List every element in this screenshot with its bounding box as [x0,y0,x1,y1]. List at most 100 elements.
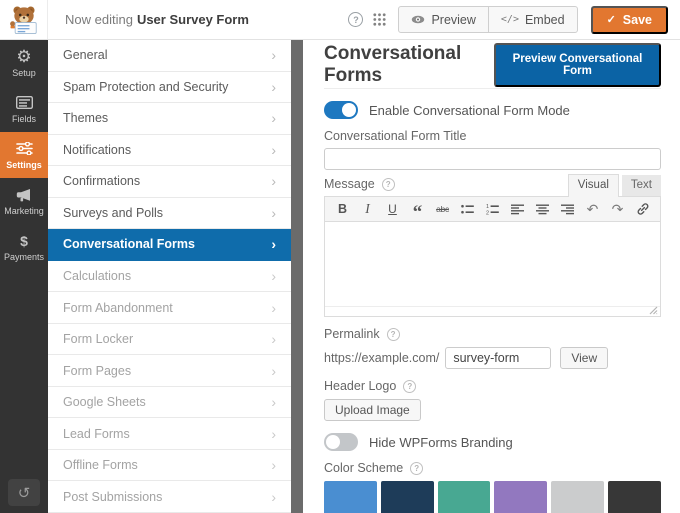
nav-label: Settings [6,160,42,170]
help-icon[interactable]: ? [410,462,423,475]
fields-icon [16,94,33,111]
view-button[interactable]: View [560,347,608,369]
page-title: Conversational Forms [324,43,494,87]
preview-conversational-form-button[interactable]: Preview Conversational Form [494,43,661,87]
settings-menu-item-calculations[interactable]: Calculations › [48,261,291,293]
bold-icon[interactable]: B [330,199,355,219]
permalink-label: Permalink ? [324,327,661,341]
settings-menu-item-themes[interactable]: Themes › [48,103,291,135]
color-scheme-swatches [324,481,661,513]
save-label: Save [623,13,652,27]
permalink-base-url: https://example.com/ [324,351,439,365]
svg-text:2: 2 [486,210,489,214]
chevron-right-icon: › [271,395,276,409]
editor-toolbar: B I U “ abc 1 2 [324,196,661,222]
nav-item-payments[interactable]: $ Payments [0,224,48,270]
nav-item-settings[interactable]: Settings [0,132,48,178]
tab-text[interactable]: Text [622,175,661,196]
align-left-icon[interactable] [505,199,530,219]
wpforms-bear-icon [7,4,41,36]
settings-menu-item-conversational-forms[interactable]: Conversational Forms › [48,229,291,261]
chevron-right-icon: › [271,332,276,346]
color-swatch-blue[interactable] [324,481,377,513]
color-swatch-light-gray[interactable] [551,481,604,513]
save-button[interactable]: ✓ Save [591,6,668,34]
upload-image-button[interactable]: Upload Image [324,399,421,421]
enable-toggle-label: Enable Conversational Form Mode [369,103,570,118]
color-swatch-purple[interactable] [494,481,547,513]
settings-menu-item-form-locker[interactable]: Form Locker › [48,324,291,356]
nav-label: Fields [12,114,36,124]
nav-item-fields[interactable]: Fields [0,86,48,132]
conversational-form-title-input[interactable] [324,148,661,170]
help-icon[interactable]: ? [403,380,416,393]
form-title-label: Conversational Form Title [324,129,661,143]
code-icon: </> [501,14,519,25]
align-center-icon[interactable] [530,199,555,219]
redo-icon[interactable]: ↷ [605,199,630,219]
header-logo-label: Header Logo ? [324,379,661,393]
preview-embed-group: Preview </> Embed [398,6,577,33]
chevron-right-icon: › [271,427,276,441]
color-swatch-dark-gray[interactable] [608,481,661,513]
settings-menu-item-general[interactable]: General › [48,40,291,72]
hide-branding-toggle[interactable] [324,433,358,451]
help-icon[interactable]: ? [387,328,400,341]
now-editing-prefix: Now editing [65,12,133,27]
settings-menu-item-offline-forms[interactable]: Offline Forms › [48,450,291,482]
underline-icon[interactable]: U [380,199,405,219]
color-scheme-label: Color Scheme ? [324,461,661,475]
color-swatch-green[interactable] [438,481,491,513]
message-label: Message ? [324,177,395,191]
nav-item-marketing[interactable]: Marketing [0,178,48,224]
bulleted-list-icon[interactable] [455,199,480,219]
enable-conversational-mode-toggle[interactable] [324,101,358,119]
svg-text:1: 1 [486,204,489,210]
settings-menu-item-confirmations[interactable]: Confirmations › [48,166,291,198]
eye-icon [411,15,425,24]
editor-tabs: Visual Text [568,174,661,196]
help-icon[interactable]: ? [382,178,395,191]
settings-menu-item-form-pages[interactable]: Form Pages › [48,355,291,387]
permalink-slug-input[interactable] [445,347,551,369]
editor-statusbar [325,306,660,316]
settings-menu-item-surveys-and-polls[interactable]: Surveys and Polls › [48,198,291,230]
embed-label: Embed [525,13,565,27]
blockquote-icon[interactable]: “ [405,199,430,219]
align-right-icon[interactable] [555,199,580,219]
chevron-right-icon: › [271,237,276,251]
italic-icon[interactable]: I [355,199,380,219]
settings-menu-item-lead-forms[interactable]: Lead Forms › [48,418,291,450]
settings-menu-item-spam-protection[interactable]: Spam Protection and Security › [48,72,291,104]
help-icon[interactable]: ? [348,12,363,27]
resize-handle[interactable] [649,306,658,315]
wpforms-builder-window: Now editingUser Survey Form ? [0,0,680,513]
preview-button[interactable]: Preview [398,6,488,33]
link-icon[interactable] [630,199,655,219]
revisions-button[interactable]: ↺ [8,479,40,506]
nav-label: Payments [4,252,44,262]
strikethrough-icon[interactable]: abc [430,199,455,219]
message-editor[interactable] [325,222,660,306]
chevron-right-icon: › [271,206,276,220]
nav-label: Setup [12,68,36,78]
chevron-right-icon: › [271,48,276,62]
chevron-right-icon: › [271,174,276,188]
tab-visual[interactable]: Visual [568,174,619,197]
preview-label: Preview [431,13,475,27]
now-editing-text: Now editingUser Survey Form [65,12,249,27]
apps-grid-icon[interactable] [373,13,386,26]
toggle-knob [342,103,356,117]
settings-menu-item-google-sheets[interactable]: Google Sheets › [48,387,291,419]
embed-button[interactable]: </> Embed [488,6,578,33]
gear-icon: ⚙ [16,48,31,65]
settings-menu-item-notifications[interactable]: Notifications › [48,135,291,167]
numbered-list-icon[interactable]: 1 2 [480,199,505,219]
conversational-forms-panel: Conversational Forms Preview Conversatio… [303,40,680,513]
settings-menu-item-post-submissions[interactable]: Post Submissions › [48,481,291,513]
undo-icon[interactable]: ↶ [580,199,605,219]
sliders-icon [16,140,33,157]
color-swatch-navy[interactable] [381,481,434,513]
nav-item-setup[interactable]: ⚙ Setup [0,40,48,86]
settings-menu-item-form-abandonment[interactable]: Form Abandonment › [48,292,291,324]
